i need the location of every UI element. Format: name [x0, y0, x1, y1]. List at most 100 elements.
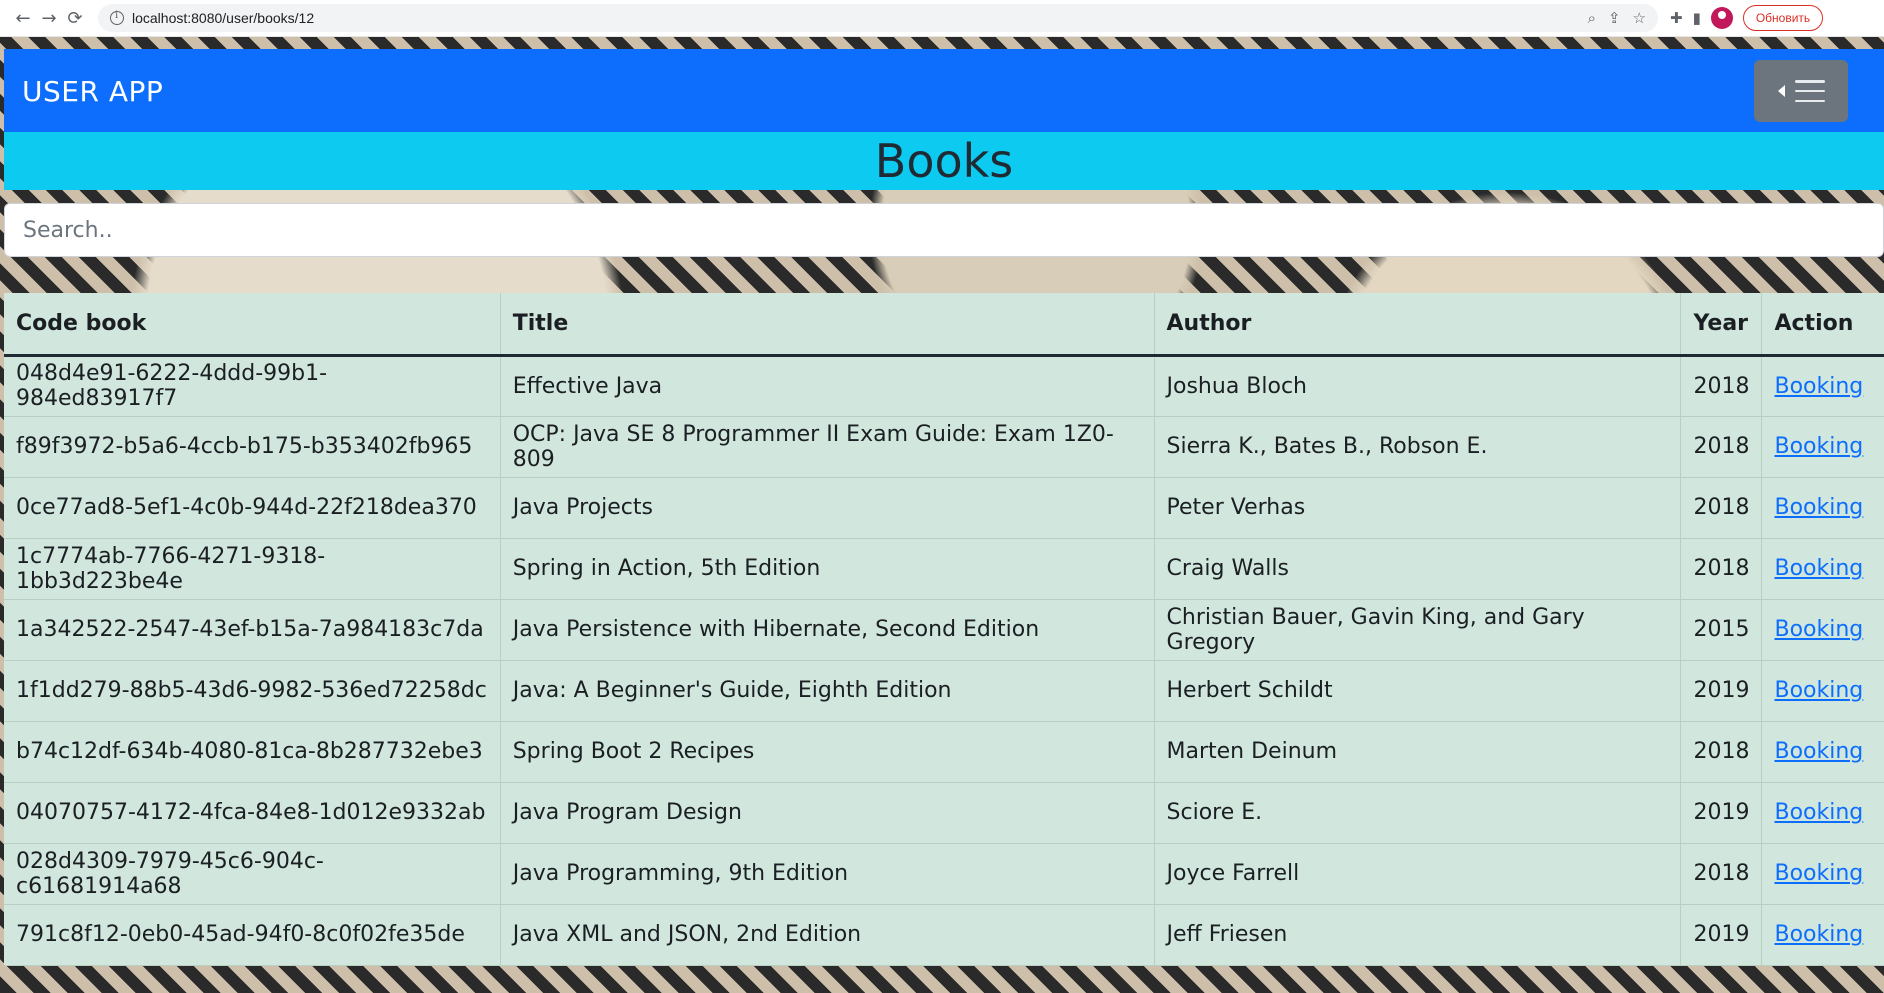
cell-code: 028d4309-7979-45c6-904c-c61681914a68 — [4, 843, 501, 905]
cell-title: Java Projects — [500, 477, 1155, 539]
column-header-action: Action — [1761, 293, 1884, 357]
table-row: 1f1dd279-88b5-43d6-9982-536ed72258dc Jav… — [4, 660, 1884, 722]
table-row: 048d4e91-6222-4ddd-99b1-984ed83917f7 Eff… — [4, 355, 1884, 417]
cell-title: Java Programming, 9th Edition — [500, 843, 1155, 905]
cell-code: 04070757-4172-4fca-84e8-1d012e9332ab — [4, 782, 501, 844]
page-title: Books — [874, 134, 1014, 188]
forward-arrow-icon[interactable]: → — [36, 5, 62, 31]
column-header-author: Author — [1154, 293, 1682, 357]
table-row: f89f3972-b5a6-4ccb-b175-b353402fb965 OCP… — [4, 416, 1884, 478]
cell-year: 2019 — [1680, 904, 1763, 966]
cell-author: Joshua Bloch — [1154, 355, 1682, 417]
cell-action: Booking — [1761, 904, 1884, 966]
booking-link[interactable]: Booking — [1774, 374, 1863, 399]
cell-year: 2018 — [1680, 721, 1763, 783]
cell-action: Booking — [1761, 721, 1884, 783]
cell-action: Booking — [1761, 416, 1884, 478]
search-input[interactable] — [4, 203, 1884, 257]
cell-title: Java Program Design — [500, 782, 1155, 844]
url-text: localhost:8080/user/books/12 — [132, 10, 315, 26]
cell-code: 1c7774ab-7766-4271-9318-1bb3d223be4e — [4, 538, 501, 600]
cell-action: Booking — [1761, 660, 1884, 722]
cell-action: Booking — [1761, 355, 1884, 417]
cell-year: 2018 — [1680, 355, 1763, 417]
cell-code: 1a342522-2547-43ef-b15a-7a984183c7da — [4, 599, 501, 661]
cell-code: b74c12df-634b-4080-81ca-8b287732ebe3 — [4, 721, 501, 783]
cell-year: 2018 — [1680, 538, 1763, 600]
cell-action: Booking — [1761, 843, 1884, 905]
table-header-row: Code book Title Author Year Action — [4, 293, 1884, 357]
cell-year: 2018 — [1680, 477, 1763, 539]
booking-link[interactable]: Booking — [1774, 739, 1863, 764]
booking-link[interactable]: Booking — [1774, 678, 1863, 703]
books-table: Code book Title Author Year Action 048d4… — [4, 293, 1884, 966]
update-browser-button[interactable]: Обновить — [1742, 5, 1824, 31]
table-row: 1c7774ab-7766-4271-9318-1bb3d223be4e Spr… — [4, 538, 1884, 600]
cell-code: 0ce77ad8-5ef1-4c0b-944d-22f218dea370 — [4, 477, 501, 539]
cell-year: 2019 — [1680, 782, 1763, 844]
zoom-icon[interactable]: ⌕ — [1588, 9, 1596, 27]
books-table-container: Code book Title Author Year Action 048d4… — [4, 293, 1884, 966]
side-panel-icon[interactable]: ▮ — [1693, 9, 1701, 27]
cell-author: Herbert Schildt — [1154, 660, 1682, 722]
table-row: 028d4309-7979-45c6-904c-c61681914a68 Jav… — [4, 843, 1884, 905]
caret-left-icon — [1777, 85, 1785, 97]
extensions-puzzle-icon[interactable]: ✚ — [1670, 9, 1683, 27]
cell-code: 1f1dd279-88b5-43d6-9982-536ed72258dc — [4, 660, 501, 722]
cell-code: 791c8f12-0eb0-45ad-94f0-8c0f02fe35de — [4, 904, 501, 966]
table-row: 1a342522-2547-43ef-b15a-7a984183c7da Jav… — [4, 599, 1884, 661]
hamburger-menu-icon — [1794, 80, 1825, 102]
cell-author: Sciore E. — [1154, 782, 1682, 844]
booking-link[interactable]: Booking — [1774, 800, 1863, 825]
page-title-band: Books — [4, 132, 1884, 190]
cell-action: Booking — [1761, 599, 1884, 661]
brand-title[interactable]: USER APP — [22, 75, 163, 108]
cell-year: 2019 — [1680, 660, 1763, 722]
booking-link[interactable]: Booking — [1774, 617, 1863, 642]
cell-year: 2018 — [1680, 843, 1763, 905]
address-bar[interactable]: localhost:8080/user/books/12 ⌕ ⇪ ☆ — [98, 4, 1658, 32]
table-row: 791c8f12-0eb0-45ad-94f0-8c0f02fe35de Jav… — [4, 904, 1884, 966]
booking-link[interactable]: Booking — [1774, 861, 1863, 886]
reload-icon[interactable]: ⟳ — [62, 5, 88, 31]
cell-year: 2018 — [1680, 416, 1763, 478]
cell-year: 2015 — [1680, 599, 1763, 661]
table-row: b74c12df-634b-4080-81ca-8b287732ebe3 Spr… — [4, 721, 1884, 783]
cell-author: Joyce Farrell — [1154, 843, 1682, 905]
column-header-code: Code book — [4, 293, 501, 357]
column-header-title: Title — [500, 293, 1155, 357]
column-header-year: Year — [1680, 293, 1763, 357]
booking-link[interactable]: Booking — [1774, 922, 1863, 947]
app-navbar: USER APP — [4, 49, 1884, 133]
back-arrow-icon[interactable]: ← — [10, 5, 36, 31]
cell-author: Christian Bauer, Gavin King, and Gary Gr… — [1154, 599, 1682, 661]
profile-avatar[interactable] — [1710, 7, 1733, 29]
cell-title: Java Persistence with Hibernate, Second … — [500, 599, 1155, 661]
cell-title: Java XML and JSON, 2nd Edition — [500, 904, 1155, 966]
table-row: 04070757-4172-4fca-84e8-1d012e9332ab Jav… — [4, 782, 1884, 844]
cell-title: Java: A Beginner's Guide, Eighth Edition — [500, 660, 1155, 722]
share-icon[interactable]: ⇪ — [1608, 9, 1621, 27]
table-row: 0ce77ad8-5ef1-4c0b-944d-22f218dea370 Jav… — [4, 477, 1884, 539]
star-icon[interactable]: ☆ — [1633, 9, 1646, 27]
cell-title: Spring Boot 2 Recipes — [500, 721, 1155, 783]
cell-author: Marten Deinum — [1154, 721, 1682, 783]
cell-author: Jeff Friesen — [1154, 904, 1682, 966]
navbar-toggle-button[interactable] — [1754, 60, 1848, 122]
cell-author: Craig Walls — [1154, 538, 1682, 600]
cell-title: Spring in Action, 5th Edition — [500, 538, 1155, 600]
cell-code: f89f3972-b5a6-4ccb-b175-b353402fb965 — [4, 416, 501, 478]
site-info-icon[interactable] — [110, 10, 124, 25]
cell-code: 048d4e91-6222-4ddd-99b1-984ed83917f7 — [4, 355, 501, 417]
browser-toolbar: ← → ⟳ localhost:8080/user/books/12 ⌕ ⇪ ☆… — [0, 0, 1884, 37]
cell-action: Booking — [1761, 538, 1884, 600]
booking-link[interactable]: Booking — [1774, 495, 1863, 520]
cell-title: OCP: Java SE 8 Programmer II Exam Guide:… — [500, 416, 1155, 478]
cell-title: Effective Java — [500, 355, 1155, 417]
cell-action: Booking — [1761, 477, 1884, 539]
cell-author: Peter Verhas — [1154, 477, 1682, 539]
cell-action: Booking — [1761, 782, 1884, 844]
booking-link[interactable]: Booking — [1774, 434, 1863, 459]
cell-author: Sierra K., Bates B., Robson E. — [1154, 416, 1682, 478]
booking-link[interactable]: Booking — [1774, 556, 1863, 581]
